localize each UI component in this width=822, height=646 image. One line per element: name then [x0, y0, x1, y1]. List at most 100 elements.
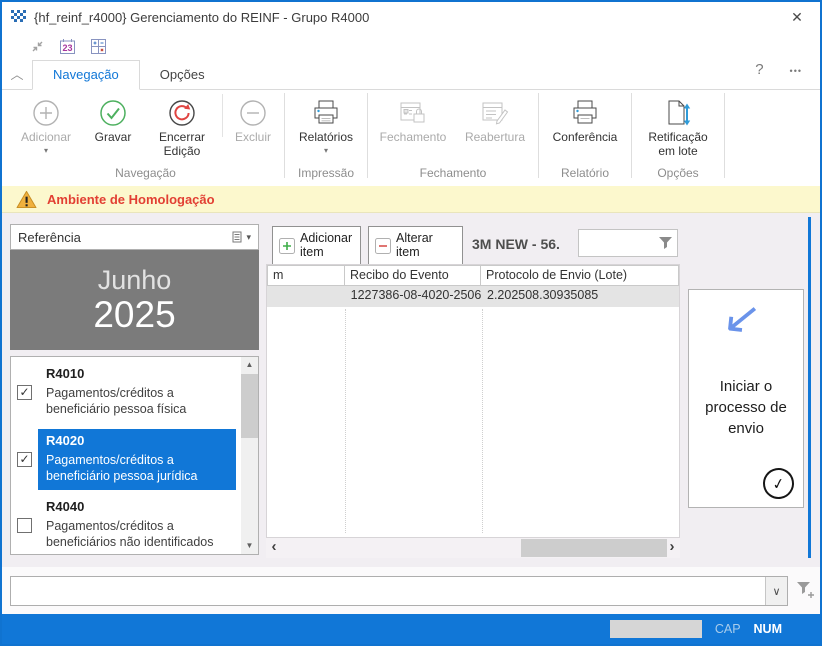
reabertura-button[interactable]: Reabertura	[455, 90, 535, 163]
doc-arrows-icon	[662, 95, 694, 131]
num-lock-indicator: NUM	[753, 622, 782, 636]
column-header-protocolo[interactable]: Protocolo de Envio (Lote)	[480, 265, 679, 286]
circle-undo-icon	[167, 95, 197, 131]
reference-label: Referência	[18, 229, 81, 245]
reference-month: Junho	[97, 265, 172, 296]
gravar-button[interactable]: Gravar	[82, 90, 144, 163]
ribbon-group-impressao: Relatórios ▾ Impressão	[288, 90, 364, 185]
dropdown-arrow-icon: ▾	[246, 231, 251, 242]
warning-text: Ambiente de Homologação	[47, 191, 215, 207]
reference-dropdown-icon[interactable]	[232, 231, 243, 243]
calendar-pencil-icon	[479, 95, 511, 131]
event-type-list: ✓ R4010 Pagamentos/créditos a beneficiár…	[10, 356, 259, 555]
printer-icon	[310, 95, 342, 131]
column-header-recibo[interactable]: Recibo do Evento	[344, 265, 481, 286]
excluir-button[interactable]: Excluir	[225, 90, 281, 163]
add-filter-icon[interactable]	[796, 581, 815, 599]
window-title: {hf_reinf_r4000} Gerenciamento do REINF …	[34, 9, 370, 25]
combo-dropdown-icon[interactable]: ∨	[765, 577, 787, 605]
list-item-r4010[interactable]: ✓ R4010 Pagamentos/créditos a beneficiár…	[11, 362, 258, 424]
event-code: R4040	[46, 499, 85, 514]
footer-combo-input[interactable]	[11, 577, 765, 605]
alterar-item-label: Alterar item	[396, 230, 433, 259]
printer-icon	[569, 95, 601, 131]
scroll-left-icon[interactable]: ‹	[266, 538, 282, 558]
ribbon-group-label: Impressão	[297, 166, 355, 180]
start-send-process-button[interactable]: ↙ Iniciar o processo de envio ✓	[688, 289, 804, 508]
more-options-icon[interactable]: •••	[790, 61, 802, 81]
grid-title: 3M NEW - 56.	[472, 236, 560, 252]
grid-horizontal-scrollbar[interactable]: ‹ ›	[266, 538, 680, 558]
encerrar-edicao-button[interactable]: Encerrar Edição	[144, 90, 220, 163]
circle-minus-icon	[238, 95, 268, 131]
filter-funnel-icon[interactable]	[658, 236, 673, 250]
main-area: Referência ▾ Junho 2025 ✓ R4010 Pagament…	[2, 213, 820, 567]
help-icon[interactable]: ?	[755, 61, 763, 81]
ribbon-group-label: Relatório	[560, 166, 610, 180]
ribbon-group-label: Navegação	[115, 166, 176, 180]
circled-check-icon: ✓	[760, 465, 797, 502]
ribbon-group-relatorio: Conferência Relatório	[542, 90, 628, 185]
environment-warning-bar: Ambiente de Homologação	[2, 186, 820, 213]
adicionar-item-button[interactable]: Adicionar item	[272, 226, 361, 265]
events-grid: m Recibo do Evento Protocolo de Envio (L…	[266, 264, 680, 538]
ribbon-group-divider	[538, 93, 539, 178]
ribbon-collapse-icon[interactable]: ︿	[2, 64, 32, 89]
footer-row: ∨	[2, 567, 820, 614]
cell-protocolo: 2.202508.30935085	[487, 288, 599, 302]
fechamento-button[interactable]: Fechamento	[371, 90, 455, 163]
calendar-icon[interactable]: 23	[59, 38, 76, 55]
r4040-checkbox[interactable]	[17, 518, 32, 534]
reference-period-display: Junho 2025	[10, 250, 259, 350]
adicionar-button[interactable]: Adicionar ▾	[10, 90, 82, 163]
scroll-right-icon[interactable]: ›	[664, 538, 680, 558]
alterar-item-button[interactable]: Alterar item	[368, 226, 463, 265]
conferencia-button[interactable]: Conferência	[542, 90, 628, 163]
tab-opcoes[interactable]: Opções	[140, 61, 225, 89]
event-description: Pagamentos/créditos a beneficiário pesso…	[46, 452, 198, 483]
retificacao-em-lote-button[interactable]: Retificação em lote	[635, 90, 721, 163]
collapse-window-icon[interactable]	[30, 39, 45, 54]
app-logo-icon	[10, 9, 26, 25]
column-header-item[interactable]: m	[267, 265, 345, 286]
scrollbar-thumb[interactable]	[241, 374, 258, 438]
list-vertical-scrollbar[interactable]: ▲ ▼	[241, 357, 258, 554]
calculator-icon[interactable]	[90, 38, 107, 55]
r4010-checkbox[interactable]: ✓	[17, 385, 32, 401]
status-progress-box	[609, 620, 702, 638]
ribbon-group-label: Opções	[657, 166, 699, 180]
reference-header[interactable]: Referência ▾	[10, 224, 259, 250]
tab-navegacao[interactable]: Navegação	[32, 60, 140, 90]
ribbon-group-fechamento: Fechamento Reabertura Fechamento	[371, 90, 535, 185]
list-item-r4020[interactable]: ✓ R4020 Pagamentos/créditos a beneficiár…	[11, 428, 258, 490]
quick-access-toolbar: 23	[30, 33, 107, 59]
column-separator	[345, 309, 346, 533]
scrollbar-thumb[interactable]	[521, 539, 667, 557]
relatorios-button[interactable]: Relatórios ▾	[288, 90, 364, 163]
reference-year: 2025	[93, 294, 176, 336]
event-description: Pagamentos/créditos a beneficiários não …	[46, 519, 214, 550]
scroll-down-icon[interactable]: ▼	[241, 538, 258, 554]
panel-splitter[interactable]	[808, 217, 811, 558]
list-item-r4040[interactable]: R4040 Pagamentos/créditos a beneficiário…	[11, 495, 258, 554]
footer-combobox: ∨	[10, 576, 788, 606]
warning-icon	[16, 190, 37, 209]
ribbon-group-opcoes: Retificação em lote Opções	[635, 90, 721, 185]
ribbon-group-divider	[724, 93, 725, 178]
ribbon-group-navegacao: Adicionar ▾ Gravar Encerrar Edição Exclu…	[10, 90, 281, 185]
ribbon-group-divider	[367, 93, 368, 178]
circle-check-icon	[98, 95, 128, 131]
calendar-day-label: 23	[62, 43, 72, 53]
send-process-label: Iniciar o processo de envio	[705, 378, 787, 437]
cell-item	[267, 286, 345, 307]
ribbon: Adicionar ▾ Gravar Encerrar Edição Exclu…	[2, 90, 820, 185]
close-button[interactable]: ✕	[782, 9, 812, 26]
grid-filter-input[interactable]	[579, 236, 658, 250]
ribbon-separator	[222, 94, 223, 137]
scroll-up-icon[interactable]: ▲	[241, 357, 258, 373]
blue-arrow-icon: ↙	[720, 289, 765, 345]
ribbon-group-divider	[631, 93, 632, 178]
r4020-checkbox[interactable]: ✓	[17, 451, 32, 467]
dropdown-arrow-icon: ▾	[43, 145, 48, 155]
grid-row[interactable]: 1227386-08-4020-2506... 2.202508.3093508…	[267, 286, 679, 307]
